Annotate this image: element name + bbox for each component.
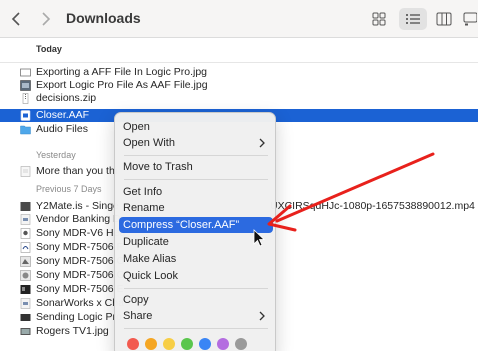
menu-item-quick-look[interactable]: Quick Look [119, 268, 273, 284]
zip-file-icon [22, 93, 29, 104]
file-name: SonarWorks x Cha [36, 297, 124, 309]
file-name: decisions.zip [36, 92, 97, 104]
menu-item-move-to-trash[interactable]: Move to Trash [119, 159, 273, 175]
menu-separator [124, 155, 268, 156]
file-name: More than you thi [36, 165, 118, 177]
menu-item-get-info[interactable]: Get Info [119, 184, 273, 200]
file-name: Export Logic Pro File As AAF File.jpg [36, 79, 208, 91]
section-header-today: Today [36, 44, 62, 54]
icon-grid-icon [372, 12, 386, 26]
window-title: Downloads [66, 10, 141, 26]
menu-item-label: Share [123, 310, 153, 322]
pdf-file-icon [20, 298, 31, 309]
gallery-view-button[interactable] [462, 8, 478, 30]
video-file-icon [20, 202, 31, 211]
menu-item-rename[interactable]: Rename [119, 200, 273, 216]
gallery-view-icon [463, 12, 477, 26]
menu-separator [124, 288, 268, 289]
file-name: Exporting a AFF File In Logic Pro.jpg [36, 66, 207, 78]
chevron-left-icon [11, 12, 20, 26]
image-file-icon [20, 80, 31, 91]
image-file-icon [20, 242, 31, 253]
tag-yellow-dot[interactable] [163, 338, 175, 350]
image-file-icon [20, 256, 31, 267]
aaf-file-icon [20, 110, 31, 121]
tag-orange-dot[interactable] [145, 338, 157, 350]
menu-item-open-with[interactable]: Open With [119, 135, 273, 151]
file-name: Sony MDR-V6 Hea [36, 227, 126, 239]
icon-view-button[interactable] [365, 8, 393, 30]
forward-button[interactable] [36, 9, 56, 29]
menu-item-open[interactable]: Open [119, 119, 273, 135]
folder-icon [20, 125, 31, 135]
menu-item-compress[interactable]: Compress “Closer.AAF” [119, 217, 273, 233]
tag-green-dot[interactable] [181, 338, 193, 350]
image-file-icon [20, 270, 31, 281]
section-header-yesterday: Yesterday [36, 150, 76, 160]
column-view-icon [436, 12, 452, 26]
file-name: Closer.AAF [36, 109, 90, 121]
chevron-right-icon [42, 12, 51, 26]
image-file-icon [20, 328, 31, 335]
menu-separator [124, 328, 268, 329]
file-name: Audio Files [36, 123, 88, 135]
chevron-right-icon [259, 311, 265, 321]
tag-blue-dot[interactable] [199, 338, 211, 350]
tag-red-dot[interactable] [127, 338, 139, 350]
file-name: Vendor Banking D [36, 213, 121, 225]
section-header-previous-7-days: Previous 7 Days [36, 184, 102, 194]
file-row[interactable]: Exporting a AFF File In Logic Pro.jpg [0, 66, 478, 79]
file-name: Sony MDR-7506 C [36, 269, 125, 281]
list-view-button[interactable] [399, 8, 427, 30]
file-name: Sony MDR-7506 E [36, 283, 124, 295]
list-view-icon [406, 14, 420, 24]
menu-separator [124, 179, 268, 180]
menu-item-label: Open With [123, 137, 175, 149]
file-row[interactable]: decisions.zip [0, 92, 478, 105]
file-name-suffix: UXCIRSqdHJc-1080p-1657538890012.mp4 [270, 200, 475, 212]
file-name: Sending Logic Pro [36, 311, 122, 323]
file-row[interactable]: Export Logic Pro File As AAF File.jpg [0, 79, 478, 92]
toolbar: Downloads [0, 0, 478, 38]
menu-item-duplicate[interactable]: Duplicate [119, 234, 273, 250]
back-button[interactable] [6, 9, 26, 29]
context-menu: Open Open With Move to Trash Get Info Re… [114, 112, 276, 351]
pdf-file-icon [20, 214, 31, 225]
file-name: Sony MDR-7506 C [36, 255, 125, 267]
column-view-button[interactable] [430, 8, 458, 30]
file-name: Sony MDR-7506 F [36, 241, 123, 253]
tag-purple-dot[interactable] [217, 338, 229, 350]
image-file-icon [20, 228, 31, 239]
file-name: Y2Mate.is - Singe [36, 200, 119, 212]
document-file-icon [20, 166, 31, 177]
tag-gray-dot[interactable] [235, 338, 247, 350]
menu-item-copy[interactable]: Copy [119, 292, 273, 308]
image-file-icon [20, 285, 31, 294]
image-file-icon [20, 68, 31, 77]
menu-item-share[interactable]: Share [119, 308, 273, 324]
chevron-right-icon [259, 138, 265, 148]
file-name: Rogers TV1.jpg [36, 325, 109, 337]
divider [0, 62, 478, 63]
menu-item-make-alias[interactable]: Make Alias [119, 251, 273, 267]
image-file-icon [20, 314, 31, 321]
